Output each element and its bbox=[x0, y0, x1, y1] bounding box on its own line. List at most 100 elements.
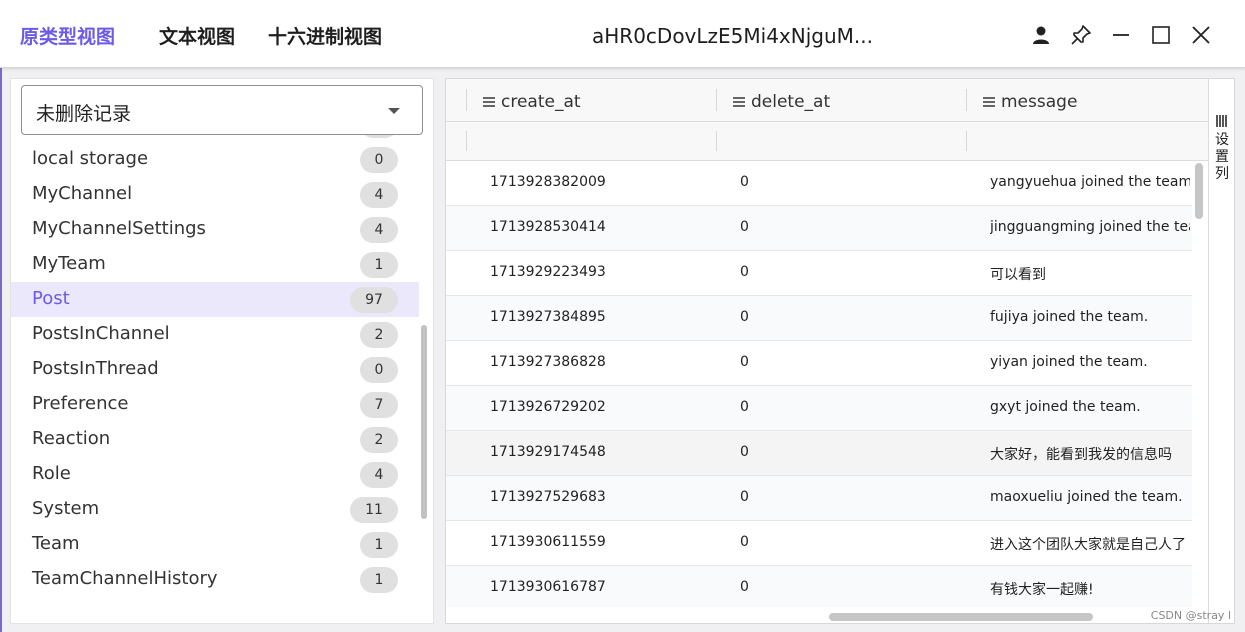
sidebar-item-label: MyChannelSettings bbox=[32, 218, 206, 239]
grid-vertical-scrollbar[interactable] bbox=[1195, 163, 1203, 219]
record-filter-value: 未删除记录 bbox=[36, 103, 132, 125]
column-menu-icon[interactable] bbox=[983, 97, 995, 107]
sidebar-item-postsinthread[interactable]: PostsInThread 0 bbox=[11, 352, 419, 387]
cell-create-at[interactable]: 1713929174548 bbox=[490, 444, 710, 460]
sidebar-item-local-storage[interactable]: local storage 0 bbox=[11, 142, 419, 177]
record-count-badge: 1 bbox=[360, 252, 398, 278]
cell-create-at[interactable]: 1713929223493 bbox=[490, 264, 710, 280]
sidebar-item-label: PostsInThread bbox=[32, 358, 159, 379]
sidebar-item-label: local storage bbox=[32, 148, 149, 169]
cell-create-at[interactable]: 1713928530414 bbox=[490, 219, 710, 235]
record-count-badge: 4 bbox=[360, 182, 398, 208]
filter-separator bbox=[966, 131, 967, 151]
cell-delete-at[interactable]: 0 bbox=[740, 354, 960, 370]
cell-message[interactable]: jingguangming joined the team. bbox=[990, 219, 1190, 235]
sidebar-item-label: MyTeam bbox=[32, 253, 106, 274]
sidebar-item-label: Reaction bbox=[32, 428, 111, 449]
cell-create-at[interactable]: 1713927529683 bbox=[490, 489, 710, 505]
cell-delete-at[interactable]: 0 bbox=[740, 174, 960, 190]
cell-create-at[interactable]: 1713927384895 bbox=[490, 309, 710, 325]
pin-icon[interactable] bbox=[1068, 22, 1094, 48]
cell-message[interactable]: fujiya joined the team. bbox=[990, 309, 1190, 325]
cell-message[interactable]: gxyt joined the team. bbox=[990, 399, 1190, 415]
cell-delete-at[interactable]: 0 bbox=[740, 309, 960, 325]
cell-message[interactable]: maoxueliu joined the team. bbox=[990, 489, 1190, 505]
table-row[interactable]: 1713928530414 0 jingguangming joined the t… bbox=[446, 206, 1192, 251]
tab-hex-view[interactable]: 十六进制视图 bbox=[268, 22, 382, 49]
sidebar-item-label: System bbox=[32, 498, 100, 519]
cell-delete-at[interactable]: 0 bbox=[740, 489, 960, 505]
sidebar-item-preference[interactable]: Preference 7 bbox=[11, 387, 419, 422]
table-row[interactable]: 1713930616787 0 有钱大家一起赚! bbox=[446, 566, 1192, 607]
column-menu-icon[interactable] bbox=[733, 97, 745, 107]
cell-message[interactable]: 有钱大家一起赚! bbox=[990, 579, 1190, 599]
table-row[interactable]: 1713930611559 0 进入这个团队大家就是自己人了 bbox=[446, 521, 1192, 566]
column-header-label: delete_at bbox=[751, 92, 831, 112]
table-row[interactable]: 1713929174548 0 大家好，能看到我发的信息吗 bbox=[446, 431, 1192, 476]
sidebar-item-label: Team bbox=[32, 533, 80, 554]
table-row[interactable]: 1713926729202 0 gxyt joined the team. bbox=[446, 386, 1192, 431]
sidebar-item-teamchannelhistory[interactable]: TeamChannelHistory 1 bbox=[11, 562, 419, 597]
cell-create-at[interactable]: 1713926729202 bbox=[490, 399, 710, 415]
table-row[interactable]: 1713927386828 0 yiyan joined the team. bbox=[446, 341, 1192, 386]
sidebar-item-mychannel[interactable]: MyChannel 4 bbox=[11, 177, 419, 212]
column-separator[interactable] bbox=[716, 89, 717, 111]
sidebar-item-myteam[interactable]: MyTeam 1 bbox=[11, 247, 419, 282]
cell-create-at[interactable]: 1713927386828 bbox=[490, 354, 710, 370]
cell-create-at[interactable]: 1713928382009 bbox=[490, 174, 710, 190]
column-separator[interactable] bbox=[466, 89, 467, 111]
table-row[interactable]: 1713927529683 0 maoxueliu joined the team. bbox=[446, 476, 1192, 521]
cell-delete-at[interactable]: 0 bbox=[740, 534, 960, 550]
sidebar-item-label: TeamChannelHistory bbox=[32, 568, 218, 589]
sidebar-item-system[interactable]: System 11 bbox=[11, 492, 419, 527]
columns-icon bbox=[1216, 115, 1228, 127]
cell-delete-at[interactable]: 0 bbox=[740, 219, 960, 235]
cell-message[interactable]: 大家好，能看到我发的信息吗 bbox=[990, 444, 1190, 464]
column-menu-icon[interactable] bbox=[483, 97, 495, 107]
column-header-label: message bbox=[1001, 92, 1078, 112]
tab-text-view[interactable]: 文本视图 bbox=[159, 22, 235, 49]
record-count-badge: 97 bbox=[350, 287, 398, 313]
column-header-create-at[interactable]: create_at bbox=[483, 91, 581, 113]
minimize-icon[interactable] bbox=[1108, 22, 1134, 48]
cell-message[interactable]: 进入这个团队大家就是自己人了 bbox=[990, 534, 1190, 554]
table-list-scrollbar[interactable] bbox=[421, 325, 427, 519]
sidebar-item-post[interactable]: Post 97 bbox=[11, 282, 419, 317]
cell-message[interactable]: yiyan joined the team. bbox=[990, 354, 1190, 370]
sidebar-item-groupteam[interactable]: GroupTeam0 bbox=[11, 135, 419, 142]
close-icon[interactable] bbox=[1188, 22, 1214, 48]
sidebar-item-role[interactable]: Role 4 bbox=[11, 457, 419, 492]
user-icon[interactable] bbox=[1028, 22, 1054, 48]
sidebar-item-label: Role bbox=[32, 463, 71, 484]
column-settings-button[interactable]: 设置列 bbox=[1208, 79, 1234, 623]
grid-horizontal-scrollbar[interactable] bbox=[829, 613, 1093, 621]
table-row[interactable]: 1713928382009 0 yangyuehua joined the team… bbox=[446, 161, 1192, 206]
record-count-badge: 11 bbox=[350, 497, 398, 523]
sidebar-item-mychannelsettings[interactable]: MyChannelSettings 4 bbox=[11, 212, 419, 247]
record-filter-select[interactable]: 未删除记录 bbox=[21, 85, 423, 135]
sidebar-item-label: Post bbox=[32, 288, 70, 309]
record-count-badge: 1 bbox=[360, 567, 398, 593]
column-separator[interactable] bbox=[966, 89, 967, 111]
cell-create-at[interactable]: 1713930611559 bbox=[490, 534, 710, 550]
sidebar-item-label: PostsInChannel bbox=[32, 323, 170, 344]
sidebar-item-team[interactable]: Team 1 bbox=[11, 527, 419, 562]
cell-message[interactable]: yangyuehua joined the team. bbox=[990, 174, 1190, 190]
cell-delete-at[interactable]: 0 bbox=[740, 579, 960, 595]
maximize-icon[interactable] bbox=[1148, 22, 1174, 48]
table-row[interactable]: 1713927384895 0 fujiya joined the team. bbox=[446, 296, 1192, 341]
cell-delete-at[interactable]: 0 bbox=[740, 444, 960, 460]
sidebar-item-reaction[interactable]: Reaction 2 bbox=[11, 422, 419, 457]
column-header-delete-at[interactable]: delete_at bbox=[733, 91, 830, 113]
cell-delete-at[interactable]: 0 bbox=[740, 264, 960, 280]
table-row[interactable]: 1713929223493 0 可以看到 bbox=[446, 251, 1192, 296]
table-list-panel: 未删除记录 GroupTeam0 local storage 0 MyChannel 4… bbox=[10, 78, 434, 624]
cell-delete-at[interactable]: 0 bbox=[740, 399, 960, 415]
cell-create-at[interactable]: 1713930616787 bbox=[490, 579, 710, 595]
column-header-message[interactable]: message bbox=[983, 91, 1077, 113]
tab-raw-type-view[interactable]: 原类型视图 bbox=[20, 22, 115, 49]
cell-message[interactable]: 可以看到 bbox=[990, 264, 1190, 284]
record-count-badge: 1 bbox=[360, 532, 398, 558]
sidebar-item-postsinchannel[interactable]: PostsInChannel 2 bbox=[11, 317, 419, 352]
record-count-badge: 4 bbox=[360, 217, 398, 243]
